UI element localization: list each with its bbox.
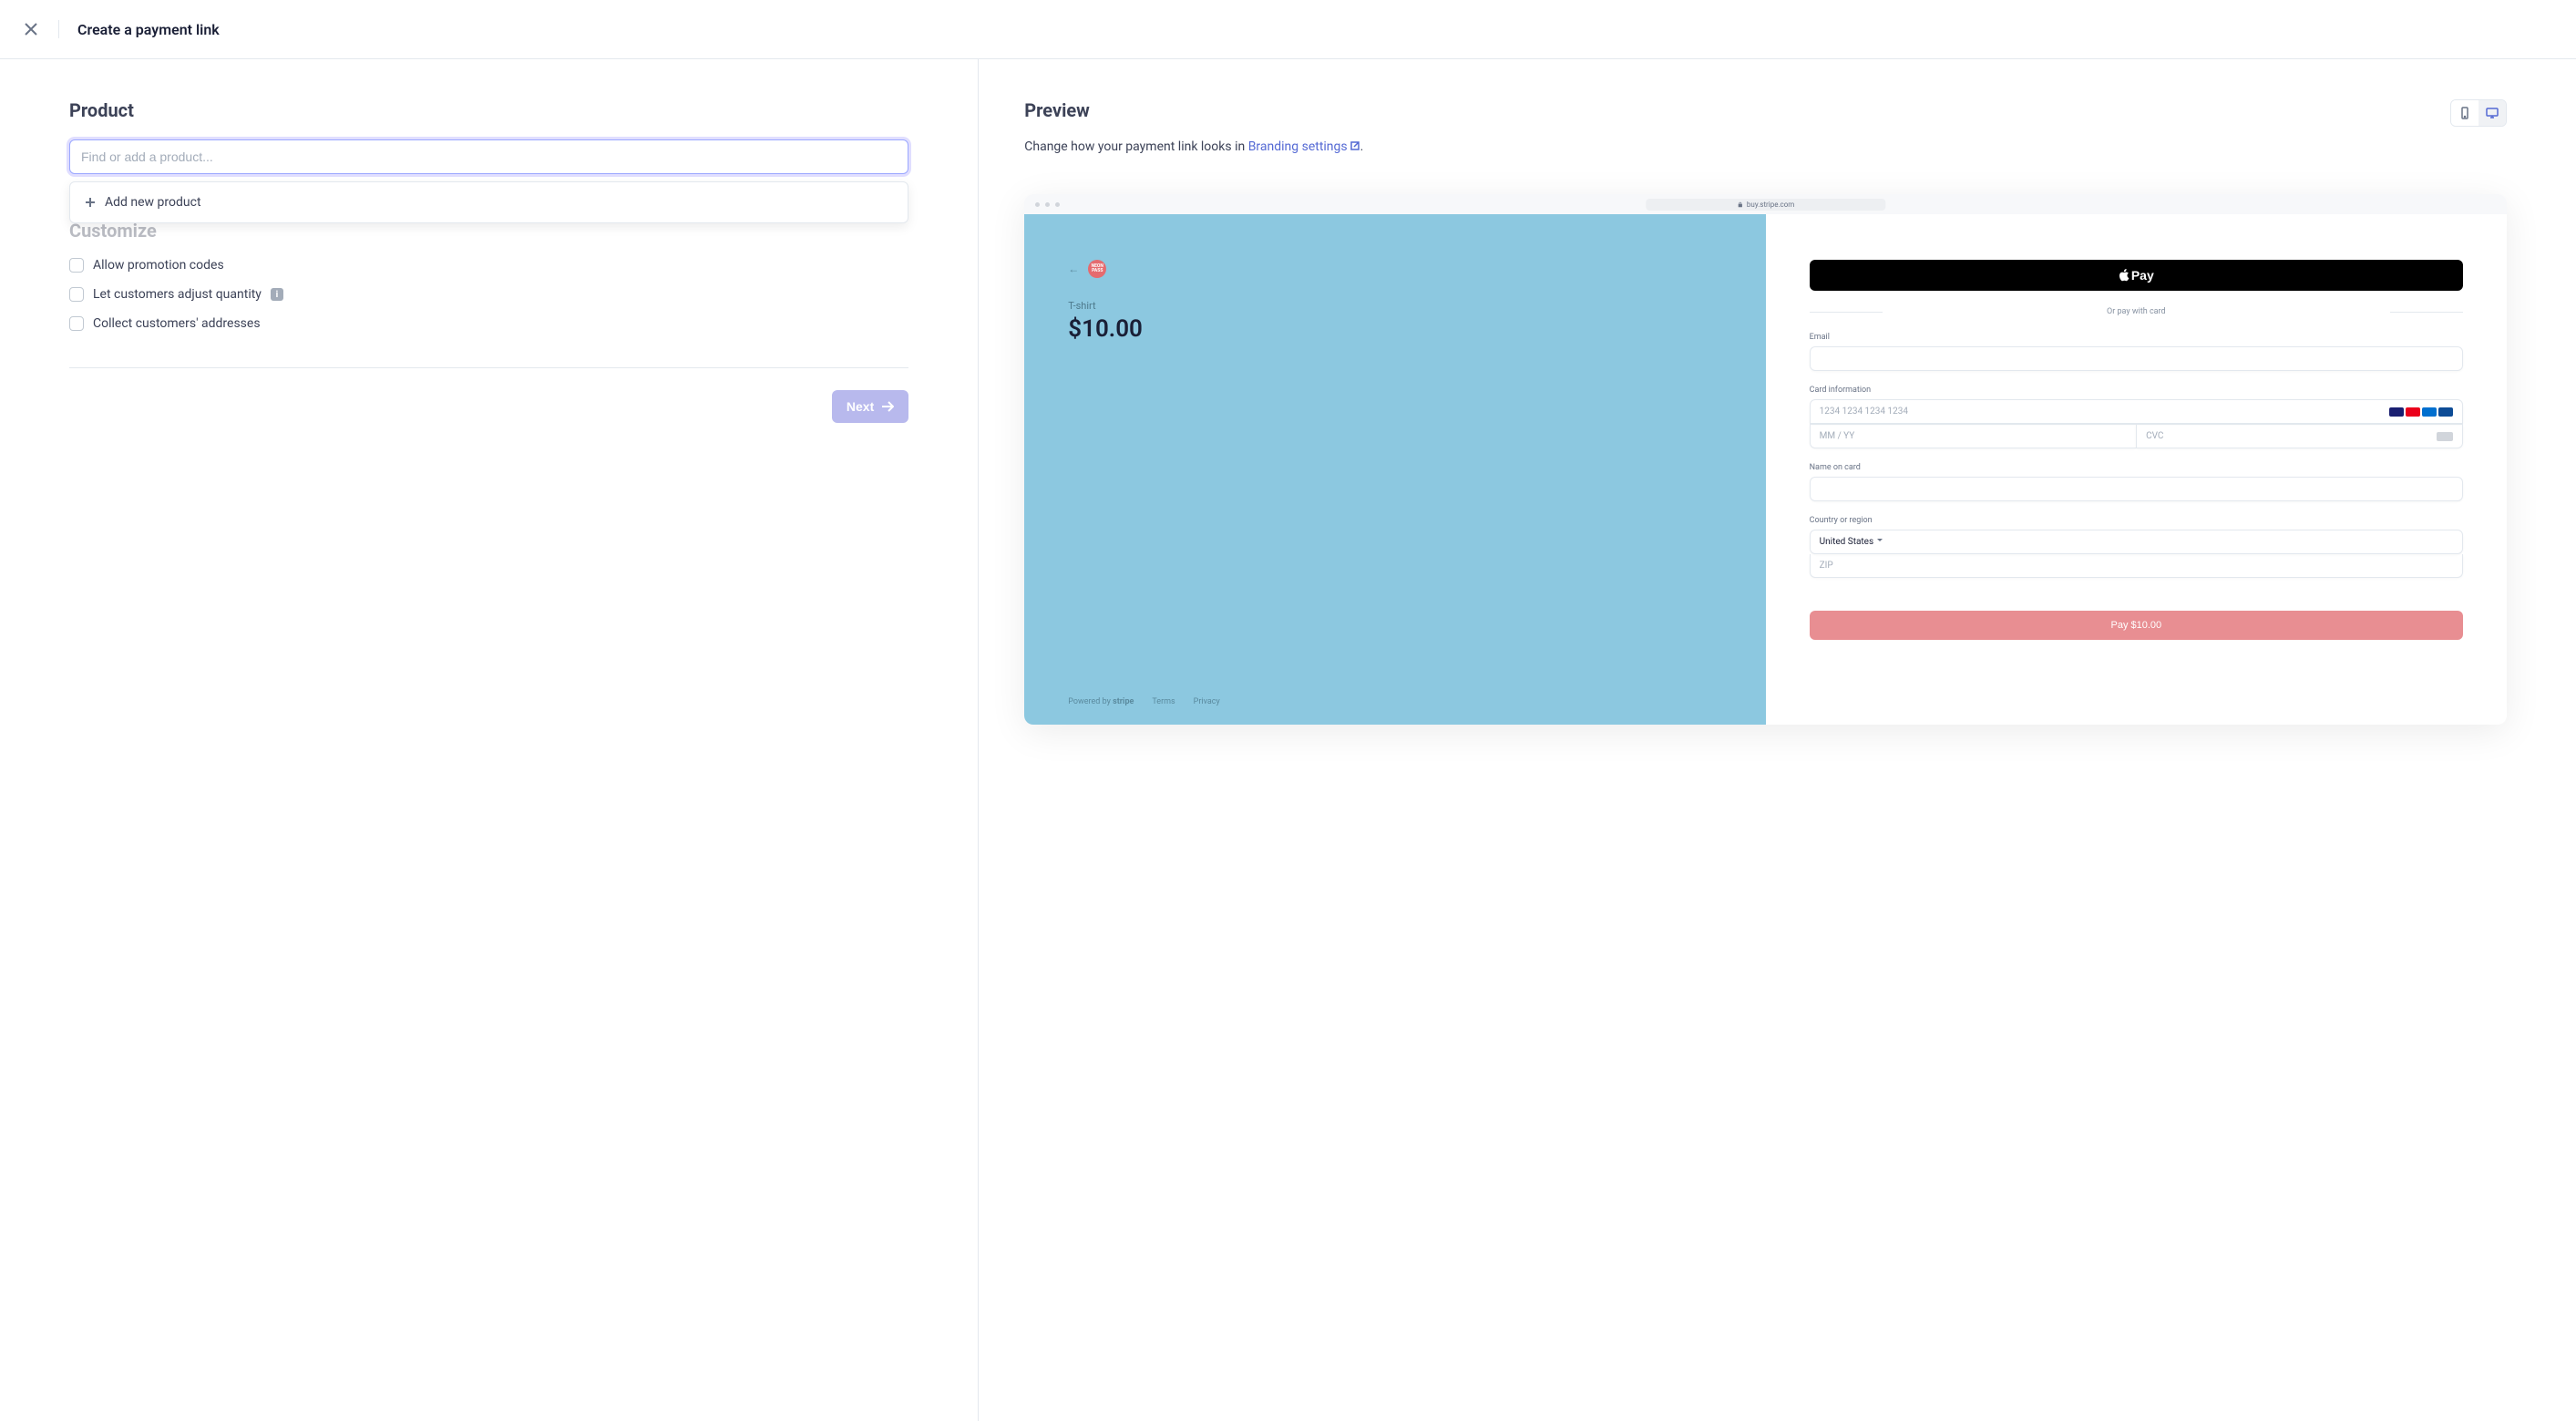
cvc-input: CVC — [2136, 424, 2463, 448]
name-label: Name on card — [1810, 463, 2463, 472]
device-toggle — [2450, 99, 2507, 127]
browser-chrome: buy.stripe.com — [1024, 194, 2507, 214]
promo-label: Allow promotion codes — [93, 258, 224, 273]
preview-product-name: T-shirt — [1068, 300, 1721, 312]
or-divider: Or pay with card — [1810, 307, 2463, 316]
apple-pay-button: Pay — [1810, 260, 2463, 291]
next-button[interactable]: Next — [832, 390, 908, 423]
expiry-input: MM / YY — [1810, 424, 2136, 448]
window-dot — [1035, 202, 1040, 207]
email-input — [1810, 346, 2463, 371]
addresses-label: Collect customers' addresses — [93, 316, 261, 331]
next-label: Next — [847, 399, 874, 414]
desktop-view-button[interactable] — [2479, 100, 2506, 126]
amex-icon — [2422, 407, 2437, 417]
product-heading: Product — [69, 99, 908, 121]
terms-link: Terms — [1152, 697, 1175, 706]
zip-input: ZIP — [1810, 554, 2463, 578]
preview-product-price: $10.00 — [1068, 315, 1721, 343]
add-new-product-option[interactable]: Add new product — [76, 188, 902, 217]
checkout-summary: ← NEONPASS T-shirt $10.00 Powered by str… — [1024, 214, 1765, 725]
pay-button: Pay $10.00 — [1810, 611, 2463, 640]
divider — [69, 367, 908, 368]
cvc-icon — [2437, 432, 2453, 441]
preview-heading: Preview — [1024, 99, 1363, 121]
info-icon[interactable]: i — [271, 288, 283, 301]
preview-description: Change how your payment link looks in Br… — [1024, 139, 1363, 154]
quantity-label: Let customers adjust quantity — [93, 287, 262, 302]
privacy-link: Privacy — [1194, 697, 1220, 706]
promo-checkbox[interactable] — [69, 258, 84, 273]
card-label: Card information — [1810, 386, 2463, 395]
email-label: Email — [1810, 333, 2463, 342]
url-bar: buy.stripe.com — [1646, 199, 1885, 211]
visa-icon — [2389, 407, 2404, 417]
mastercard-icon — [2406, 407, 2420, 417]
divider — [58, 20, 59, 38]
jcb-icon — [2438, 407, 2453, 417]
quantity-checkbox[interactable] — [69, 287, 84, 302]
branding-settings-link[interactable]: Branding settings — [1248, 139, 1360, 154]
country-label: Country or region — [1810, 516, 2463, 525]
back-arrow-icon: ← — [1068, 263, 1079, 275]
powered-by: Powered by stripe — [1068, 697, 1134, 706]
page-title: Create a payment link — [77, 21, 220, 38]
window-dot — [1055, 202, 1060, 207]
merchant-logo: NEONPASS — [1088, 260, 1106, 278]
mobile-view-button[interactable] — [2451, 100, 2479, 126]
addresses-checkbox[interactable] — [69, 316, 84, 331]
close-button[interactable] — [18, 16, 44, 42]
card-number-input: 1234 1234 1234 1234 — [1810, 399, 2463, 424]
name-input — [1810, 477, 2463, 501]
product-search-input[interactable] — [69, 139, 908, 174]
preview-card: buy.stripe.com ← NEONPASS T-shirt $10.00… — [1024, 194, 2507, 725]
add-new-product-label: Add new product — [105, 195, 201, 210]
checkout-form: Pay Or pay with card Email Card informat… — [1766, 214, 2507, 725]
window-dot — [1045, 202, 1050, 207]
country-select: United States — [1810, 530, 2463, 554]
product-dropdown: Add new product — [69, 181, 908, 223]
